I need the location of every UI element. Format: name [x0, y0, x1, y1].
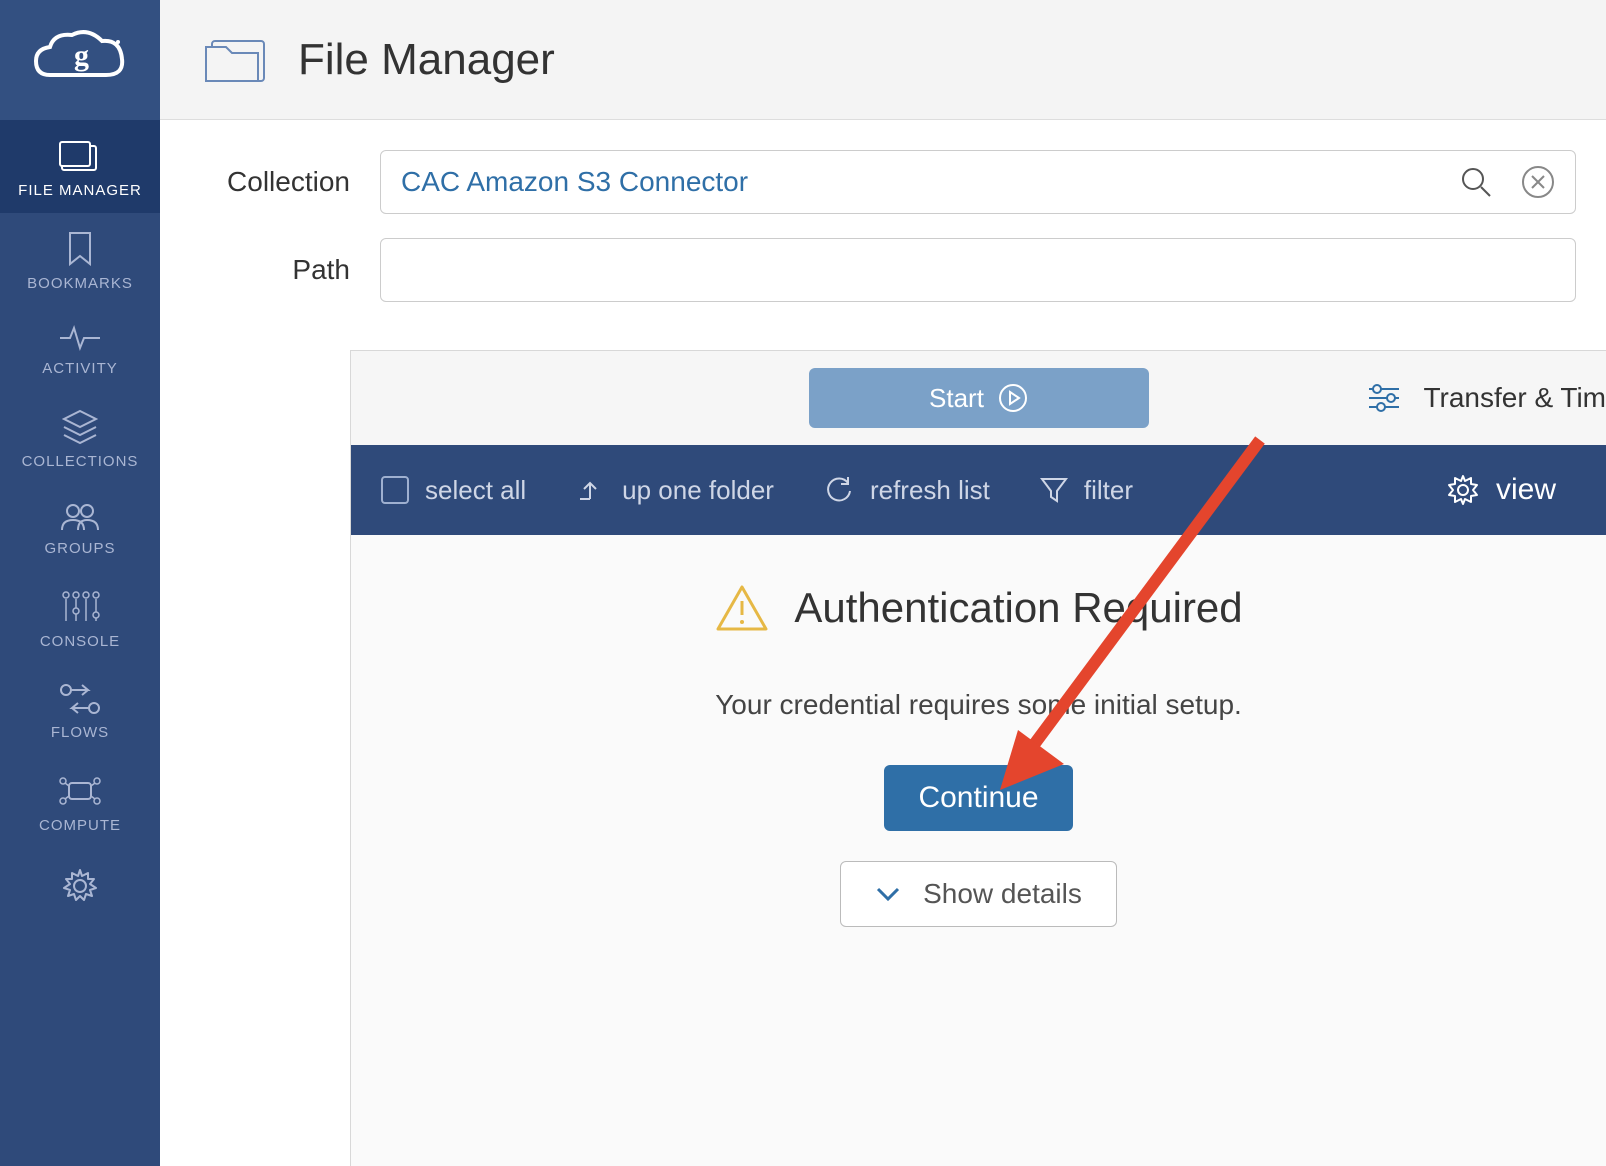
sidebar-item-file-manager[interactable]: FILE MANAGER [0, 120, 160, 213]
layers-icon [62, 409, 98, 445]
play-icon [998, 383, 1028, 413]
sidebar: g FILE MANAGER BOOKMARKS ACTIVITY COLLEC… [0, 0, 160, 1166]
gear-icon [60, 866, 100, 906]
svg-text:g: g [74, 39, 89, 72]
details-label: Show details [923, 878, 1082, 910]
sidebar-item-bookmarks[interactable]: BOOKMARKS [0, 213, 160, 306]
show-details-button[interactable]: Show details [840, 861, 1117, 927]
sidebar-item-label: COMPUTE [39, 817, 121, 834]
auth-panel: Authentication Required Your credential … [351, 535, 1606, 927]
transfer-options[interactable]: Transfer & Tim [1367, 351, 1606, 445]
page-title: File Manager [298, 35, 555, 85]
sidebar-item-compute[interactable]: COMPUTE [0, 755, 160, 848]
collection-value: CAC Amazon S3 Connector [401, 166, 1459, 198]
sidebar-item-groups[interactable]: GROUPS [0, 484, 160, 571]
up-arrow-icon [576, 475, 606, 505]
tool-label: up one folder [622, 475, 774, 506]
page-header: File Manager [160, 0, 1606, 120]
clear-icon[interactable] [1521, 165, 1555, 199]
compute-icon [55, 773, 105, 809]
sidebar-item-label: CONSOLE [40, 633, 120, 650]
sidebar-item-label: BOOKMARKS [27, 275, 133, 292]
path-input[interactable] [380, 238, 1576, 302]
folder-icon [200, 31, 270, 89]
sidebar-item-label: FLOWS [51, 724, 109, 741]
filter-tool[interactable]: filter [1040, 475, 1133, 506]
search-icon[interactable] [1459, 165, 1493, 199]
view-tool[interactable]: view [1446, 473, 1556, 507]
sidebar-item-label: FILE MANAGER [18, 182, 142, 199]
collection-label: Collection [190, 166, 380, 198]
path-row: Path [190, 238, 1606, 302]
collection-row: Collection CAC Amazon S3 Connector [190, 150, 1606, 214]
funnel-icon [1040, 475, 1068, 505]
refresh-tool[interactable]: refresh list [824, 475, 990, 506]
tool-label: select all [425, 475, 526, 506]
people-icon [58, 502, 102, 532]
path-label: Path [190, 254, 380, 286]
sidebar-item-flows[interactable]: FLOWS [0, 664, 160, 755]
tool-label: filter [1084, 475, 1133, 506]
sidebar-item-label: GROUPS [44, 540, 115, 557]
chevron-down-icon [875, 885, 901, 903]
gear-icon [1446, 473, 1480, 507]
continue-button[interactable]: Continue [884, 765, 1072, 831]
sidebar-item-activity[interactable]: ACTIVITY [0, 306, 160, 391]
sidebar-item-console[interactable]: CONSOLE [0, 571, 160, 664]
pulse-icon [58, 324, 102, 352]
bookmark-icon [65, 231, 95, 267]
options-icon [1367, 383, 1401, 413]
transfer-options-label: Transfer & Tim [1423, 382, 1606, 414]
checkbox-icon [381, 476, 409, 504]
sidebar-item-collections[interactable]: COLLECTIONS [0, 391, 160, 484]
content-panel: Start Transfer & Tim select all [350, 350, 1606, 1166]
select-all-tool[interactable]: select all [381, 475, 526, 506]
app-logo: g [0, 0, 160, 120]
auth-title: Authentication Required [794, 584, 1242, 632]
tool-label: view [1496, 473, 1556, 507]
collection-input[interactable]: CAC Amazon S3 Connector [380, 150, 1576, 214]
sidebar-item-label: COLLECTIONS [22, 453, 139, 470]
warning-icon [714, 583, 770, 633]
flows-icon [58, 682, 102, 716]
auth-message: Your credential requires some initial se… [715, 689, 1242, 721]
up-one-folder-tool[interactable]: up one folder [576, 475, 774, 506]
main-content: Collection CAC Amazon S3 Connector Path [160, 120, 1606, 1166]
sliders-icon [58, 589, 102, 625]
start-bar: Start Transfer & Tim [351, 351, 1606, 445]
start-button-label: Start [929, 383, 984, 414]
start-button[interactable]: Start [809, 368, 1149, 428]
tool-label: refresh list [870, 475, 990, 506]
folder-icon [58, 138, 102, 174]
file-toolbar: select all up one folder refresh list [351, 445, 1606, 535]
refresh-icon [824, 475, 854, 505]
sidebar-item-settings[interactable] [0, 848, 160, 920]
sidebar-item-label: ACTIVITY [42, 360, 118, 377]
